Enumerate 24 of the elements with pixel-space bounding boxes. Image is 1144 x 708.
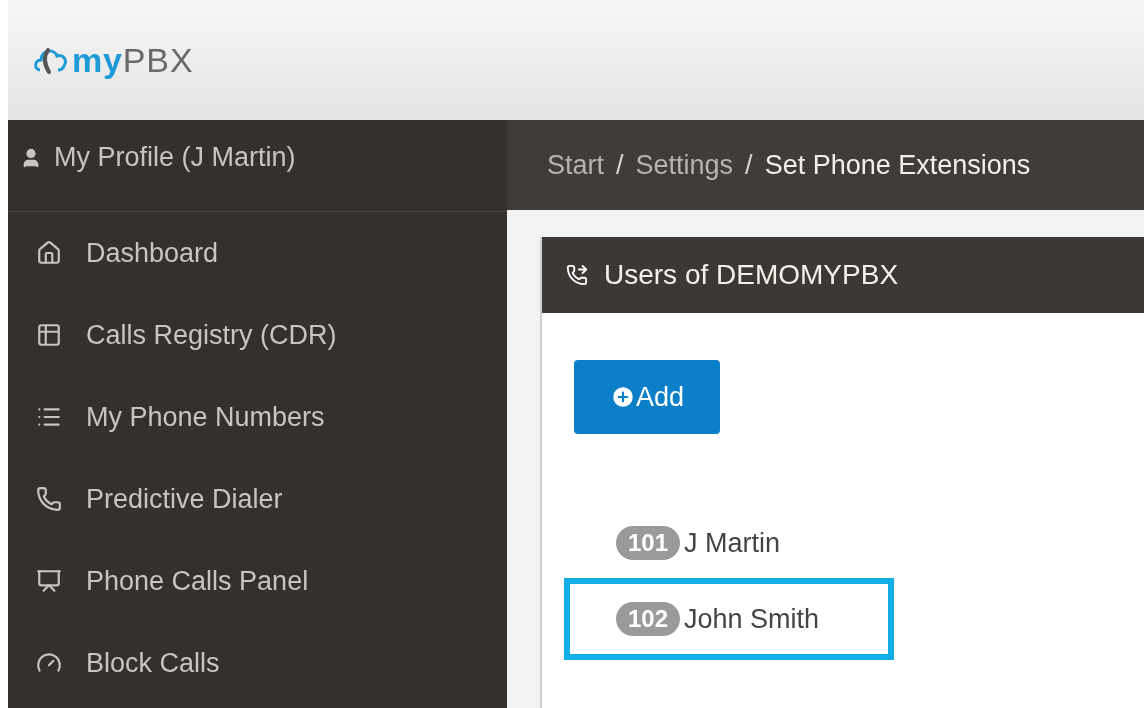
add-button[interactable]: Add [574, 360, 720, 434]
user-name: John Smith [684, 602, 820, 636]
panel-title: Users of DEMOMYPBX [604, 258, 899, 292]
sidebar-item[interactable]: Dashboard [8, 212, 507, 294]
user-name: J Martin [684, 526, 781, 560]
phone-icon [566, 264, 588, 286]
sidebar-item[interactable]: My Phone Numbers [8, 376, 507, 458]
breadcrumb-separator: / [616, 148, 624, 182]
breadcrumb-separator: / [745, 148, 753, 182]
user-row[interactable]: 102 John Smith [564, 578, 894, 660]
extension-badge: 102 [616, 602, 681, 636]
sidebar-item[interactable]: Predictive Dialer [8, 458, 507, 540]
extension-badge: 101 [616, 526, 681, 560]
breadcrumb-link[interactable]: Set Phone Extensions [764, 144, 1031, 186]
home-icon [36, 240, 62, 266]
sidebar-item[interactable]: Calls Registry (CDR) [8, 294, 507, 376]
presentation-icon [36, 568, 62, 594]
breadcrumb-link[interactable]: Start [547, 144, 605, 186]
logo[interactable]: myPBX [32, 40, 194, 80]
sidebar-item[interactable]: Phone Calls Panel [8, 540, 507, 622]
phone-icon [36, 486, 62, 512]
table-icon [36, 322, 62, 348]
breadcrumb-link[interactable]: Settings [635, 144, 734, 186]
sidebar-item[interactable]: Block Calls [8, 622, 507, 704]
